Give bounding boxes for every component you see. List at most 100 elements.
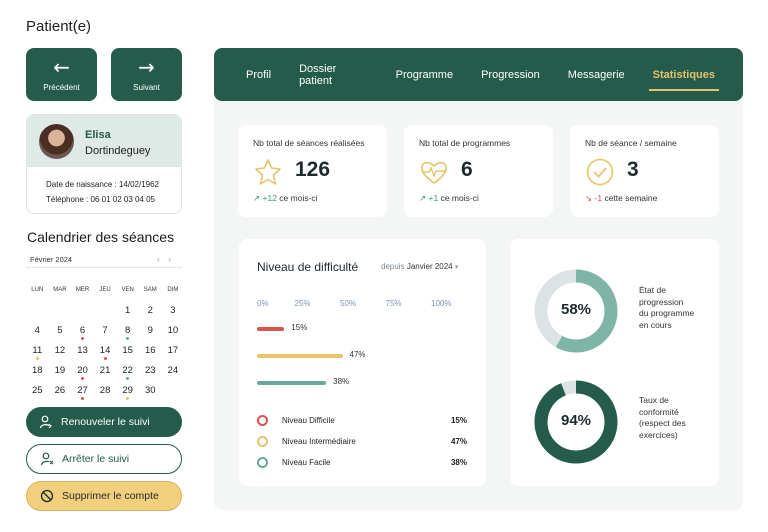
calendar-day[interactable]: 4 (26, 325, 49, 336)
legend-label: Niveau Facile (282, 458, 331, 467)
calendar-day[interactable]: 13 (71, 345, 94, 356)
calendar-title: Calendrier des séances (27, 229, 175, 245)
progress-card: 58% État de progression du programme en cour… (510, 239, 719, 486)
previous-button[interactable]: ← Précédent (26, 48, 97, 101)
renew-follow-up-button[interactable]: Renouveler le suivi (26, 407, 182, 437)
calendar-day[interactable]: 14 (94, 345, 117, 360)
difficulty-bar (257, 327, 285, 331)
ring-caption-line: (respect des (639, 418, 686, 428)
difficulty-bars: 15% 47% 38% (257, 323, 467, 407)
calendar-day[interactable]: 10 (162, 325, 185, 336)
legend-item: Niveau Difficile 15% (257, 414, 469, 428)
calendar-week: 123 (26, 300, 186, 320)
legend-marker (257, 436, 268, 447)
calendar-day[interactable]: 18 (26, 365, 49, 376)
calendar-day[interactable]: 11 (26, 345, 49, 360)
delete-account-button[interactable]: Supprimer le compte (26, 481, 182, 511)
weekday-label: VEN (121, 287, 134, 293)
legend-item: Niveau Intermédiaire 47% (257, 435, 469, 449)
stat-delta: ↘ -1 cette semaine (585, 193, 657, 204)
calendar-day[interactable]: 25 (26, 385, 49, 396)
star-icon (253, 157, 283, 187)
weekday-label: MAR (53, 287, 67, 293)
calendar-day[interactable]: 28 (94, 385, 117, 396)
calendar-day[interactable]: 20 (71, 365, 94, 380)
difficulty-title: Niveau de difficulté (257, 260, 359, 274)
calendar-day[interactable]: 8 (116, 325, 139, 340)
ring-caption-line: progression (639, 296, 684, 307)
axis-tick-label: 25% (294, 299, 311, 308)
phone-label: Téléphone : (46, 195, 89, 204)
axis-tick-label: 0% (257, 299, 269, 308)
tab-profil[interactable]: Profil (246, 69, 271, 81)
session-dot (80, 396, 84, 400)
difficulty-bar (257, 354, 343, 358)
calendar-day[interactable]: 29 (116, 385, 139, 400)
patient-last-name: Dortindeguey (85, 145, 151, 157)
phone-value: 06 01 02 03 04 05 (90, 195, 156, 204)
session-dot (103, 356, 107, 360)
stat-value: 3 (627, 158, 639, 181)
calendar-day[interactable]: 21 (94, 365, 117, 376)
calendar-day[interactable]: 26 (49, 385, 72, 396)
tab-progression[interactable]: Progression (481, 69, 540, 81)
arrow-left-icon: ← (53, 55, 70, 79)
calendar-divider (26, 267, 182, 268)
tab-programme[interactable]: Programme (396, 69, 453, 81)
birth-date: Date de naissance : 14/02/1962 (27, 180, 181, 189)
previous-label: Précédent (43, 83, 80, 92)
calendar-day[interactable]: 16 (139, 345, 162, 356)
bar-value-label: 38% (333, 377, 350, 386)
calendar-month: Février 2024 (30, 255, 73, 264)
calendar-day[interactable]: 30 (139, 385, 162, 396)
ring-value-label: 58% (560, 301, 592, 318)
ban-icon (40, 489, 54, 503)
patient-first-name: Elisa (85, 129, 111, 141)
calendar-grid: LUN MAR MER JEU VEN SAM DIM 1 2 3 4 5 6 7 8 9 10 11 12 13 14… (26, 280, 186, 400)
avatar (39, 124, 74, 159)
birth-date-label: Date de naissance : (46, 180, 117, 189)
calendar-day[interactable]: 15 (116, 345, 139, 356)
calendar-day[interactable]: 22 (116, 365, 139, 380)
calendar-day[interactable]: 1 (116, 305, 139, 316)
calendar-day[interactable]: 7 (94, 325, 117, 336)
trend-up-icon: ↗ (419, 194, 427, 204)
ring-caption-line: exercices) (639, 429, 678, 440)
stop-follow-up-label: Arrêter le suivi (62, 453, 130, 465)
delta-text: ce mois-ci (279, 193, 318, 203)
calendar-day[interactable]: 19 (49, 365, 72, 376)
stop-follow-up-button[interactable]: Arrêter le suivi (26, 444, 182, 474)
tab-messagerie[interactable]: Messagerie (568, 69, 625, 81)
chevron-right-icon[interactable]: › (168, 254, 179, 264)
stat-value: 6 (461, 158, 473, 181)
legend-value: 47% (450, 437, 467, 446)
tab-statistiques[interactable]: Statistiques (648, 69, 720, 91)
weekday-label: LUN (31, 287, 44, 293)
legend-item: Niveau Facile 38% (257, 456, 469, 470)
period-select[interactable]: depuis Janvier 2024 ▾ (381, 262, 458, 271)
calendar-day[interactable]: 12 (49, 345, 72, 356)
legend-value: 38% (450, 458, 467, 467)
tab-dossier-patient[interactable]: Dossier patient (299, 63, 368, 87)
calendar-day[interactable]: 23 (139, 365, 162, 376)
calendar-day[interactable]: 2 (139, 305, 162, 316)
calendar-day[interactable]: 24 (162, 365, 185, 376)
legend-label: Niveau Intermédiaire (282, 437, 356, 446)
patient-header: Elisa Dortindeguey (27, 115, 181, 167)
next-button[interactable]: → Suivant (111, 48, 182, 101)
stat-card-programs: Nb total de programmes 6 ↗ +1 ce mois-ci (404, 125, 553, 217)
calendar-day[interactable]: 9 (139, 325, 162, 336)
ring-caption-line: Taux de (639, 395, 669, 405)
chevron-left-icon[interactable]: ‹ (157, 254, 168, 264)
calendar-day[interactable]: 27 (71, 385, 94, 400)
calendar-day[interactable]: 17 (162, 345, 185, 356)
since-label: depuis (381, 262, 405, 271)
calendar-day[interactable]: 5 (49, 325, 72, 336)
user-refresh-icon (39, 415, 53, 429)
trend-up-icon: ↗ (253, 194, 261, 204)
calendar-day[interactable]: 6 (71, 325, 94, 340)
calendar-day[interactable]: 3 (162, 305, 185, 316)
check-circle-icon (585, 157, 615, 187)
delta-value: +1 (428, 193, 439, 203)
bar-value-label: 47% (349, 350, 366, 359)
